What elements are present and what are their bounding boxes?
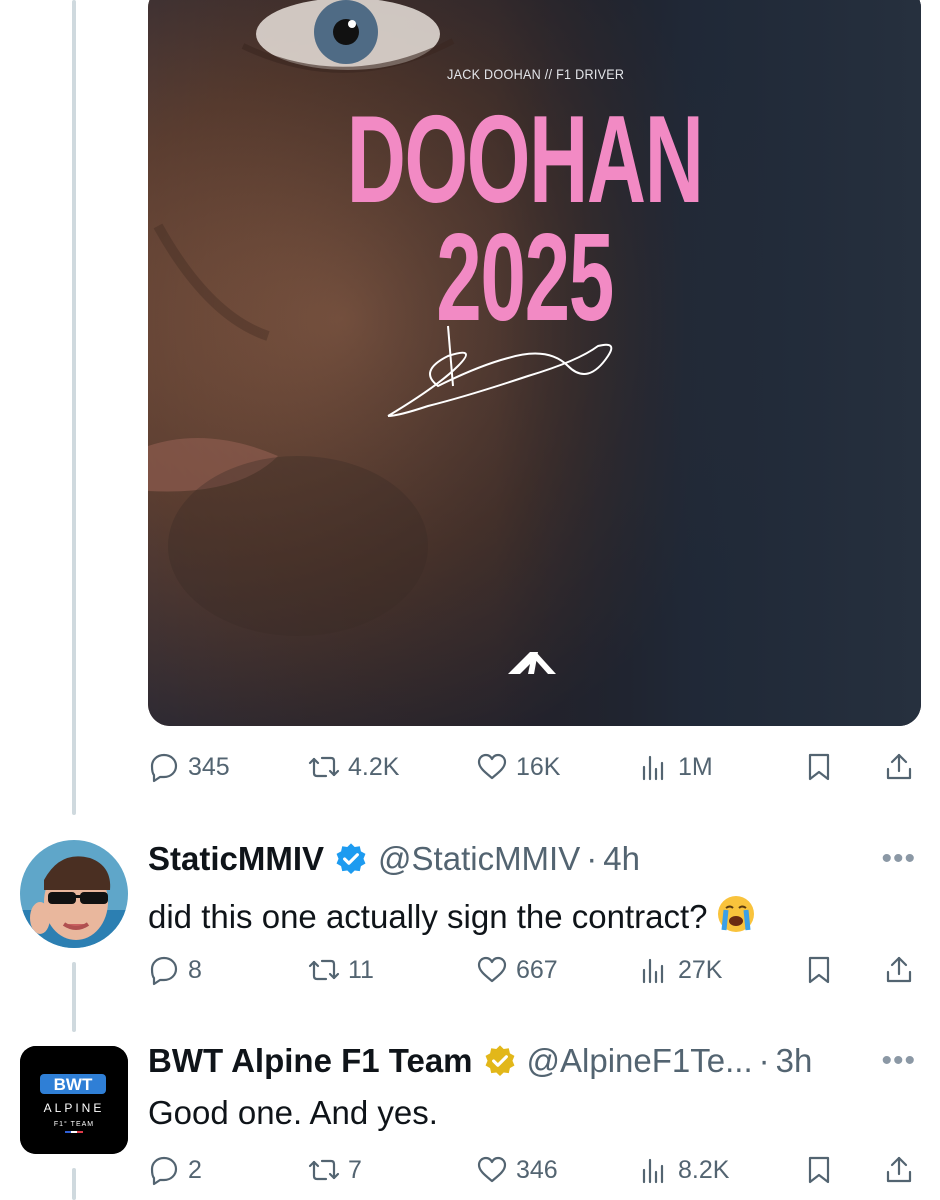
repost-button[interactable]: 11 bbox=[308, 950, 374, 990]
like-count: 16K bbox=[516, 752, 561, 781]
repost-count: 11 bbox=[348, 955, 374, 984]
views-button[interactable]: 27K bbox=[638, 950, 722, 990]
repost-icon bbox=[308, 756, 340, 778]
repost-icon bbox=[308, 959, 340, 981]
timestamp[interactable]: 3h bbox=[776, 1042, 813, 1080]
reply-count: 8 bbox=[188, 955, 202, 984]
bookmark-icon bbox=[808, 1156, 830, 1184]
share-button[interactable] bbox=[883, 950, 915, 990]
heart-icon bbox=[477, 1156, 507, 1183]
reply-tweet-staticmmiv[interactable]: StaticMMIV @StaticMMIV · 4h ••• did this… bbox=[0, 840, 940, 990]
reply-icon bbox=[150, 956, 178, 986]
share-button[interactable] bbox=[883, 1150, 915, 1190]
poster-title: DOOHAN 2025 bbox=[320, 91, 729, 347]
bookmark-button[interactable] bbox=[803, 747, 835, 787]
repost-count: 4.2K bbox=[348, 752, 400, 781]
reply-count: 2 bbox=[188, 1155, 202, 1184]
separator-dot: · bbox=[586, 840, 598, 877]
more-options-icon[interactable]: ••• bbox=[881, 1044, 916, 1078]
poster-kicker: JACK DOOHAN // F1 DRIVER bbox=[447, 66, 625, 82]
tweet-header: BWT Alpine F1 Team @AlpineF1Te... · 3h bbox=[148, 1042, 812, 1080]
avatar-text-line3: F1° TEAM bbox=[54, 1120, 94, 1128]
share-icon bbox=[886, 1156, 912, 1183]
share-icon bbox=[886, 753, 912, 780]
avatar-text-line2: ALPINE bbox=[44, 1101, 105, 1115]
repost-button[interactable]: 4.2K bbox=[308, 747, 399, 787]
tweet-text-content: did this one actually sign the contract? bbox=[148, 898, 708, 935]
like-button[interactable]: 667 bbox=[476, 950, 558, 990]
bwt-alpine-logo-icon: BWT ALPINE F1° TEAM bbox=[20, 1046, 128, 1154]
tweet-text: did this one actually sign the contract? bbox=[148, 894, 756, 936]
bookmark-icon bbox=[808, 753, 830, 781]
like-count: 667 bbox=[516, 955, 558, 984]
repost-icon bbox=[308, 1159, 340, 1181]
bookmark-button[interactable] bbox=[803, 1150, 835, 1190]
poster-title-line2: 2025 bbox=[436, 209, 614, 347]
bookmark-button[interactable] bbox=[803, 950, 835, 990]
reply-actions: 8 11 667 27K bbox=[148, 950, 918, 990]
views-count: 27K bbox=[678, 955, 723, 984]
heart-icon bbox=[477, 753, 507, 780]
avatar-image bbox=[20, 840, 128, 948]
alpine-logo-icon bbox=[508, 652, 556, 674]
reply-icon bbox=[150, 1156, 178, 1186]
display-name[interactable]: StaticMMIV bbox=[148, 840, 324, 878]
loudly-crying-face-icon bbox=[717, 896, 754, 932]
reply-button[interactable]: 2 bbox=[148, 1150, 202, 1190]
reply-button[interactable]: 345 bbox=[148, 747, 230, 787]
verified-badge-icon bbox=[336, 843, 366, 875]
like-button[interactable]: 16K bbox=[476, 747, 560, 787]
avatar[interactable]: BWT ALPINE F1° TEAM bbox=[20, 1046, 128, 1154]
post-media-image[interactable]: JACK DOOHAN // F1 DRIVER DOOHAN 2025 bbox=[148, 0, 921, 726]
avatar[interactable] bbox=[20, 840, 128, 948]
avatar-text-line1: BWT bbox=[54, 1075, 93, 1094]
views-button[interactable]: 8.2K bbox=[638, 1150, 729, 1190]
handle[interactable]: @StaticMMIV bbox=[378, 840, 580, 878]
thread-line-top bbox=[72, 0, 76, 815]
share-icon bbox=[886, 956, 912, 983]
reply-actions: 2 7 346 8.2K bbox=[148, 1150, 918, 1190]
views-count: 1M bbox=[678, 752, 713, 781]
like-button[interactable]: 346 bbox=[476, 1150, 558, 1190]
views-icon bbox=[642, 1158, 664, 1184]
separator-dot: · bbox=[758, 1042, 770, 1079]
share-button[interactable] bbox=[883, 747, 915, 787]
timestamp[interactable]: 4h bbox=[603, 840, 640, 878]
verified-gold-badge-icon bbox=[485, 1045, 514, 1077]
poster-title-line1: DOOHAN bbox=[346, 91, 704, 229]
repost-count: 7 bbox=[348, 1155, 362, 1184]
heart-icon bbox=[477, 956, 507, 983]
reply-count: 345 bbox=[188, 752, 230, 781]
tweet-text: Good one. And yes. bbox=[148, 1094, 438, 1131]
reply-tweet-alpine[interactable]: BWT ALPINE F1° TEAM BWT Alpine F1 Team @… bbox=[0, 1042, 940, 1200]
views-button[interactable]: 1M bbox=[638, 747, 713, 787]
repost-button[interactable]: 7 bbox=[308, 1150, 362, 1190]
views-icon bbox=[642, 958, 664, 984]
display-name[interactable]: BWT Alpine F1 Team bbox=[148, 1042, 473, 1080]
bookmark-icon bbox=[808, 956, 830, 984]
reply-icon bbox=[150, 753, 178, 783]
views-count: 8.2K bbox=[678, 1155, 730, 1184]
more-options-icon[interactable]: ••• bbox=[881, 842, 916, 876]
handle[interactable]: @AlpineF1Te... bbox=[527, 1042, 753, 1080]
tweet-header: StaticMMIV @StaticMMIV · 4h bbox=[148, 840, 640, 878]
like-count: 346 bbox=[516, 1155, 558, 1184]
reply-button[interactable]: 8 bbox=[148, 950, 202, 990]
main-post-actions: 345 4.2K 16K 1M bbox=[148, 747, 918, 787]
views-icon bbox=[642, 755, 664, 781]
